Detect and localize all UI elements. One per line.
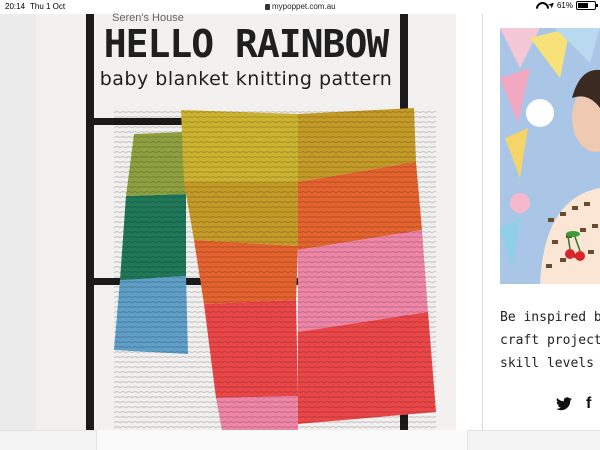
address-url[interactable]: mypoppet.com.au [265,2,336,11]
wifi-icon [536,2,545,9]
social-links: f [556,396,591,412]
battery-icon [576,1,598,10]
sidebar-intro-text: Be inspired b craft project skill levels [500,306,600,375]
twitter-icon[interactable] [556,397,572,411]
hero-image[interactable]: HELLO RAINBOW baby blanket knitting patt… [36,14,456,430]
battery-percent: 61% [556,1,573,10]
status-date: Thu 1 Oct [30,2,66,11]
bottom-tab-label[interactable]: Seren's House [112,12,184,24]
sidebar-text-line: skill levels [500,356,594,371]
status-bar: 20:14 Thu 1 Oct mypoppet.com.au 61% [0,0,600,14]
status-right: 61% [536,1,598,10]
url-text: mypoppet.com.au [272,2,336,11]
sidebar-text-line: craft project [500,333,600,348]
bottom-panel [96,430,468,450]
author-photo[interactable] [500,28,600,284]
page-gutter [0,14,36,430]
lock-icon [265,4,270,10]
sidebar-text-line: Be inspired b [500,310,600,325]
hero-title: HELLO RAINBOW [103,22,389,66]
facebook-icon[interactable]: f [586,396,591,412]
status-time: 20:14 [5,2,26,11]
column-divider [482,14,483,430]
author-illustration [500,28,600,284]
hero-subtitle: baby blanket knitting pattern [99,68,393,90]
battery-fill [578,3,588,8]
